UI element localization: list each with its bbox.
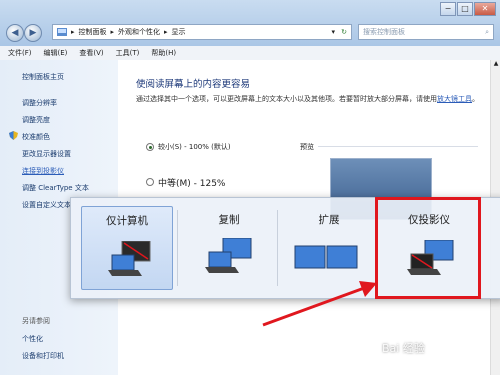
search-icon[interactable]: ⌕ bbox=[485, 25, 489, 39]
size-option-smaller-label[interactable]: 较小(S) - 100% (默认) bbox=[158, 142, 231, 152]
maximize-button[interactable]: □ bbox=[457, 2, 473, 16]
projection-option-label: 仅计算机 bbox=[106, 215, 148, 227]
description-text: 通过选择其中一个选项，可以更改屏幕上的文本大小以及其他项。若要暂时放大部分屏幕，… bbox=[136, 95, 437, 103]
option-separator bbox=[177, 210, 178, 286]
display-control-panel-window: − □ ✕ ◀ ▶ ▸ 控制面板 ▸ 外观和个性化 ▸ 显示 ▾ ↻ 搜索控制面… bbox=[0, 0, 500, 375]
size-option-smaller-radio[interactable] bbox=[146, 143, 154, 151]
sidebar-item-brightness[interactable]: 调整亮度 bbox=[22, 115, 50, 125]
see-also-heading: 另请参阅 bbox=[22, 317, 50, 325]
page-description: 通过选择其中一个选项，可以更改屏幕上的文本大小以及其他项。若要暂时放大部分屏幕，… bbox=[136, 94, 481, 104]
sidebar-item-cleartype[interactable]: 调整 ClearType 文本 bbox=[22, 183, 89, 193]
minimize-button[interactable]: − bbox=[440, 2, 456, 16]
address-separator: ▸ bbox=[110, 28, 115, 36]
menu-bar: 文件(F) 编辑(E) 查看(V) 工具(T) 帮助(H) bbox=[0, 46, 500, 61]
search-input[interactable]: 搜索控制面板 ⌕ bbox=[358, 24, 494, 40]
sidebar-item-custom-text[interactable]: 设置自定义文本 bbox=[22, 200, 71, 210]
shield-icon bbox=[9, 131, 18, 140]
back-button[interactable]: ◀ bbox=[6, 24, 24, 42]
sidebar-item-personalization[interactable]: 个性化 bbox=[22, 334, 43, 344]
size-option-medium-radio[interactable] bbox=[146, 178, 154, 186]
menu-edit[interactable]: 编辑(E) bbox=[44, 48, 68, 58]
menu-tools[interactable]: 工具(T) bbox=[116, 48, 140, 58]
projection-option-label: 复制 bbox=[218, 214, 240, 226]
menu-help[interactable]: 帮助(H) bbox=[151, 48, 176, 58]
computer-only-icon bbox=[108, 241, 151, 276]
annotation-arrow-icon bbox=[262, 281, 377, 327]
address-separator: ▸ bbox=[71, 28, 75, 36]
address-bar[interactable]: ▸ 控制面板 ▸ 外观和个性化 ▸ 显示 ▾ ↻ bbox=[52, 24, 352, 40]
sidebar-item-projector[interactable]: 连接到投影仪 bbox=[22, 166, 64, 176]
extend-icon bbox=[294, 245, 358, 269]
breadcrumb-appearance[interactable]: 外观和个性化 bbox=[118, 27, 160, 37]
scroll-up-icon[interactable]: ▲ bbox=[492, 60, 500, 70]
breadcrumb-display[interactable]: 显示 bbox=[172, 27, 186, 37]
page-title: 使阅读屏幕上的内容更容易 bbox=[136, 79, 251, 90]
title-bar: − □ ✕ ◀ ▶ ▸ 控制面板 ▸ 外观和个性化 ▸ 显示 ▾ ↻ 搜索控制面… bbox=[0, 0, 500, 46]
projection-option-computer-only[interactable]: 仅计算机 bbox=[81, 206, 173, 290]
sidebar-item-devices[interactable]: 设备和打印机 bbox=[22, 351, 64, 361]
size-option-medium-label[interactable]: 中等(M) - 125% bbox=[158, 176, 226, 189]
annotation-highlight-box bbox=[375, 197, 481, 299]
preview-label: 预览 bbox=[300, 143, 314, 151]
sidebar-item-resolution[interactable]: 调整分辨率 bbox=[22, 98, 57, 108]
watermark: Bai 经验 bbox=[382, 342, 425, 355]
close-button[interactable]: ✕ bbox=[474, 2, 496, 16]
address-dropdown-icon[interactable]: ▾ bbox=[331, 28, 335, 36]
refresh-icon[interactable]: ↻ bbox=[341, 28, 347, 36]
address-separator: ▸ bbox=[164, 28, 168, 36]
sidebar-item-home[interactable]: 控制面板主页 bbox=[22, 72, 64, 82]
control-panel-icon bbox=[57, 28, 67, 36]
menu-view[interactable]: 查看(V) bbox=[79, 48, 103, 58]
search-placeholder: 搜索控制面板 bbox=[363, 28, 405, 36]
magnifier-link[interactable]: 放大镜工具 bbox=[437, 95, 472, 103]
sidebar-item-display-settings[interactable]: 更改显示器设置 bbox=[22, 149, 71, 159]
forward-button[interactable]: ▶ bbox=[24, 24, 42, 42]
breadcrumb-control-panel[interactable]: 控制面板 bbox=[79, 27, 107, 37]
description-end: 。 bbox=[472, 95, 479, 103]
preview-divider bbox=[318, 146, 478, 147]
menu-file[interactable]: 文件(F) bbox=[8, 48, 32, 58]
sidebar-item-calibrate[interactable]: 校准颜色 bbox=[22, 132, 50, 142]
duplicate-icon bbox=[205, 238, 252, 273]
projection-option-label: 扩展 bbox=[318, 214, 340, 226]
